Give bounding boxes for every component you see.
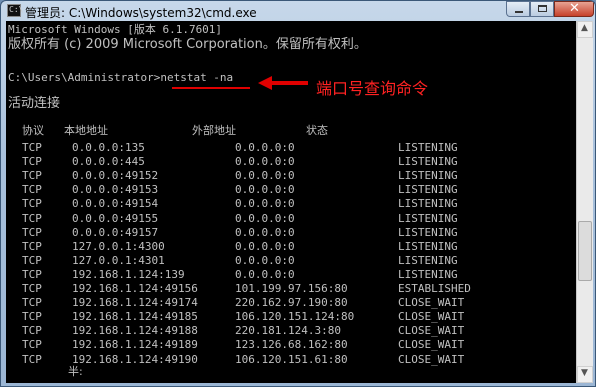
row-proto: TCP xyxy=(22,267,42,281)
cmd-icon[interactable]: C:\ xyxy=(7,4,23,17)
row-local: 0.0.0.0:49153 xyxy=(72,183,159,197)
row-foreign: 123.126.68.162:80 xyxy=(235,338,348,352)
row-local: 0.0.0.0:49154 xyxy=(72,197,159,211)
row-state: LISTENING xyxy=(398,141,458,154)
row-proto: TCP xyxy=(22,296,42,310)
row-foreign: 0.0.0.0:0 xyxy=(235,225,295,239)
row-proto: TCP xyxy=(22,141,42,154)
header-local: 本地地址 xyxy=(64,124,108,137)
scroll-thumb[interactable] xyxy=(578,221,592,281)
row-state: LISTENING xyxy=(398,197,458,211)
prompt: C:\Users\Administrator> xyxy=(8,71,161,84)
arrow-up-icon: ▲ xyxy=(581,23,588,33)
header-proto: 协议 xyxy=(22,124,44,137)
row-proto: TCP xyxy=(22,253,42,267)
row-foreign: 0.0.0.0:0 xyxy=(235,197,295,211)
header-foreign: 外部地址 xyxy=(192,124,236,137)
section-title: 活动连接 xyxy=(8,96,61,111)
cmd-window: C:\ 管理员: C:\Windows\system32\cmd.exe ✕ M… xyxy=(0,0,596,387)
console-output[interactable]: Microsoft Windows [版本 6.1.7601] 版权所有 (c)… xyxy=(6,21,576,383)
row-local: 0.0.0.0:445 xyxy=(72,155,145,169)
row-foreign: 106.120.151.124:80 xyxy=(235,310,355,324)
row-proto: TCP xyxy=(22,211,42,225)
row-foreign: 0.0.0.0:0 xyxy=(235,183,295,197)
row-state: LISTENING xyxy=(398,169,458,183)
row-proto: TCP xyxy=(22,225,42,239)
row-foreign: 0.0.0.0:0 xyxy=(235,169,295,183)
close-button[interactable]: ✕ xyxy=(554,1,594,17)
annotation-label: 端口号查询命令 xyxy=(316,79,429,98)
trailing-text: 半: xyxy=(68,365,83,378)
row-proto: TCP xyxy=(22,324,42,338)
row-local: 192.168.1.124:139 xyxy=(72,267,185,281)
row-state: LISTENING xyxy=(398,253,458,267)
minimize-button[interactable] xyxy=(506,1,530,17)
command: netstat -na xyxy=(160,71,234,84)
row-state: CLOSE_WAIT xyxy=(398,338,465,352)
row-local: 0.0.0.0:49157 xyxy=(72,225,159,239)
maximize-button[interactable] xyxy=(530,1,554,17)
vertical-scrollbar[interactable]: ▲ ▼ xyxy=(576,21,593,383)
row-foreign: 220.162.97.190:80 xyxy=(235,296,348,310)
row-local: 0.0.0.0:135 xyxy=(72,141,145,154)
row-proto: TCP xyxy=(22,352,42,366)
row-local: 192.168.1.124:49174 xyxy=(72,296,198,310)
row-local: 192.168.1.124:49156 xyxy=(72,282,198,295)
arrow-left-icon xyxy=(258,76,308,90)
window-title: 管理员: C:\Windows\system32\cmd.exe xyxy=(25,6,257,20)
scroll-up-button[interactable]: ▲ xyxy=(577,21,593,38)
prompt-line: C:\Users\Administrator>netstat -na xyxy=(8,71,233,85)
row-state: CLOSE_WAIT xyxy=(398,324,465,338)
row-state: LISTENING xyxy=(398,183,458,197)
row-state: CLOSE_WAIT xyxy=(398,310,465,324)
row-foreign: 0.0.0.0:0 xyxy=(235,141,295,154)
row-foreign: 106.120.151.61:80 xyxy=(235,352,348,366)
row-state: CLOSE_WAIT xyxy=(398,296,465,310)
row-proto: TCP xyxy=(22,338,42,352)
row-local: 192.168.1.124:49185 xyxy=(72,310,198,324)
maximize-icon xyxy=(538,5,547,12)
row-local: 127.0.0.1:4301 xyxy=(72,253,165,267)
row-local: 192.168.1.124:49189 xyxy=(72,338,198,352)
row-foreign: 0.0.0.0:0 xyxy=(235,211,295,225)
row-foreign: 101.199.97.156:80 xyxy=(235,282,348,295)
row-local: 0.0.0.0:49152 xyxy=(72,169,159,183)
row-state: LISTENING xyxy=(398,211,458,225)
row-proto: TCP xyxy=(22,169,42,183)
row-foreign: 0.0.0.0:0 xyxy=(235,239,295,253)
row-foreign: 0.0.0.0:0 xyxy=(235,267,295,281)
row-state: LISTENING xyxy=(398,267,458,281)
row-state: ESTABLISHED xyxy=(398,282,471,295)
row-foreign: 0.0.0.0:0 xyxy=(235,155,295,169)
row-state: CLOSE_WAIT xyxy=(398,352,465,366)
header-line-1: Microsoft Windows [版本 6.1.7601] xyxy=(8,23,223,36)
header-line-2: 版权所有 (c) 2009 Microsoft Corporation。保留所有… xyxy=(8,37,367,52)
header-state: 状态 xyxy=(306,124,328,137)
close-icon: ✕ xyxy=(569,1,580,16)
row-proto: TCP xyxy=(22,282,42,295)
row-local: 0.0.0.0:49155 xyxy=(72,211,159,225)
arrow-down-icon: ▼ xyxy=(581,368,588,378)
scroll-down-button[interactable]: ▼ xyxy=(577,366,593,383)
minimize-icon xyxy=(515,11,523,13)
row-local: 192.168.1.124:49188 xyxy=(72,324,198,338)
row-proto: TCP xyxy=(22,155,42,169)
row-proto: TCP xyxy=(22,197,42,211)
row-local: 192.168.1.124:49190 xyxy=(72,352,198,366)
row-proto: TCP xyxy=(22,310,42,324)
command-underline xyxy=(172,87,250,89)
title-bar[interactable]: C:\ 管理员: C:\Windows\system32\cmd.exe ✕ xyxy=(1,1,595,21)
row-state: LISTENING xyxy=(398,239,458,253)
row-foreign: 220.181.124.3:80 xyxy=(235,324,341,338)
row-state: LISTENING xyxy=(398,155,458,169)
row-proto: TCP xyxy=(22,183,42,197)
row-local: 127.0.0.1:4300 xyxy=(72,239,165,253)
row-state: LISTENING xyxy=(398,225,458,239)
row-proto: TCP xyxy=(22,239,42,253)
row-foreign: 0.0.0.0:0 xyxy=(235,253,295,267)
